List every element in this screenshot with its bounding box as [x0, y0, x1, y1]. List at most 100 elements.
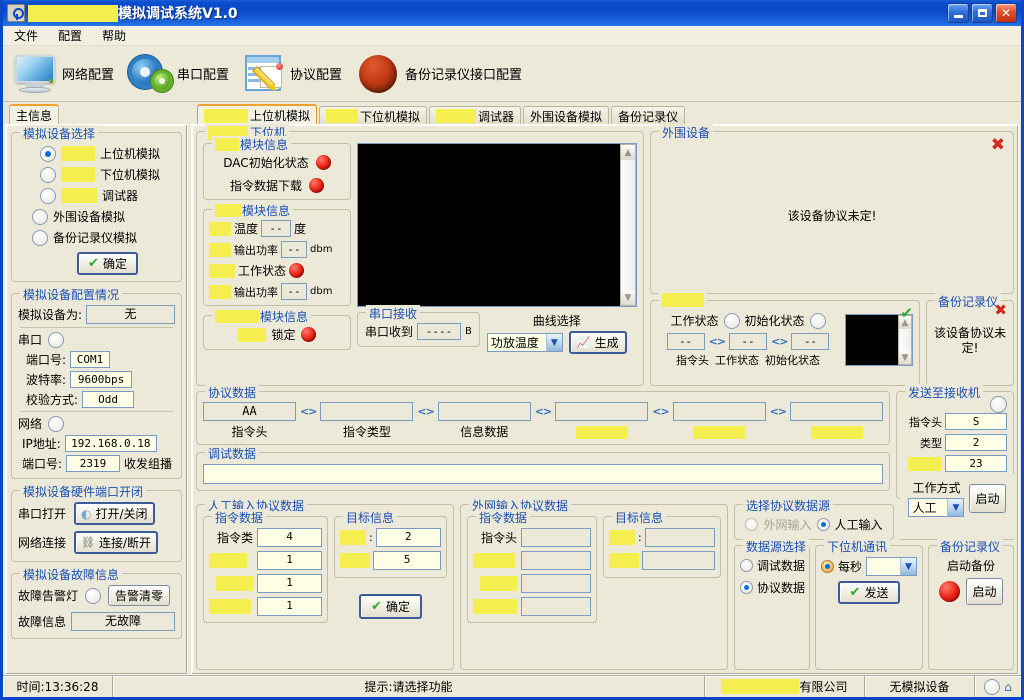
menu-item-config[interactable]: 配置	[55, 26, 85, 45]
backup-start-label: 启动	[972, 585, 997, 599]
send-start-button[interactable]: 启动	[969, 483, 1006, 513]
config-parity-value[interactable]: Odd	[82, 391, 135, 408]
radio-icon[interactable]	[32, 208, 48, 225]
manual-cmd-row-1-value[interactable]: 1	[257, 551, 322, 570]
config-netport-value[interactable]: 2319	[66, 455, 121, 472]
manual-cmd-row-0-value[interactable]: 4	[257, 528, 322, 547]
scroll-up-icon[interactable]: ▲	[621, 145, 635, 160]
toolbar-button-serial-config[interactable]: 串口配置	[126, 52, 237, 96]
external-cmd-row-1-value[interactable]	[521, 551, 591, 570]
module2-caption: 模块信息	[212, 202, 294, 219]
menu-item-help[interactable]: 帮助	[99, 26, 129, 45]
tab-upper-machine-sim[interactable]: 上位机模拟	[197, 104, 318, 125]
scroll-down-icon[interactable]: ▼	[899, 351, 911, 364]
external-target-row-1-value[interactable]	[642, 551, 715, 570]
tab-debugger[interactable]: 调试器	[429, 106, 522, 125]
device-option-2[interactable]: 调试器	[40, 187, 138, 204]
status-hint: 提示:请选择功能	[113, 676, 705, 697]
config-port-value[interactable]: COM1	[70, 351, 111, 368]
work-mode-combo[interactable]: 人工 ▼	[908, 498, 965, 517]
tab-page: 下位机 模块信息 DAC初始化状态 指令数据下载 模块信息 温度 -- 度 输出…	[191, 124, 1019, 675]
radio-icon[interactable]	[40, 145, 56, 162]
protocol-field-4[interactable]	[672, 402, 766, 421]
protocol-field-3[interactable]	[555, 402, 649, 421]
scroll-down-icon[interactable]: ▼	[621, 290, 635, 305]
minimize-button[interactable]	[947, 3, 969, 23]
datasource-option-0[interactable]: 调试数据	[740, 557, 805, 574]
status-scrollbar[interactable]: ▲ ▼	[898, 315, 912, 365]
radio-icon[interactable]	[740, 581, 753, 594]
external-cmd-row-2-value[interactable]	[521, 574, 591, 593]
backup-recorder-ctrl-group: 备份记录仪 启动备份 启动	[928, 538, 1014, 670]
config-serial-label: 串口	[18, 333, 43, 347]
clock-radio-icon[interactable]	[821, 560, 834, 573]
document-pencil-icon	[243, 54, 285, 94]
toolbar-button-backup-recorder-config[interactable]: 备份记录仪接口配置	[354, 52, 530, 96]
send-row-2-value[interactable]: 23	[945, 455, 1007, 472]
lower-comm-combo[interactable]: ▼	[866, 557, 917, 576]
curve-select-combo[interactable]: 功放温度 ▼	[486, 333, 563, 352]
external-cmd-caption: 指令数据	[476, 509, 531, 526]
external-target-row-0-value[interactable]	[644, 528, 715, 547]
send-button[interactable]: ✔ 发送	[837, 581, 901, 604]
fault-info-label: 故障信息	[18, 615, 67, 629]
radio-icon[interactable]	[32, 229, 48, 246]
send-row-0-value[interactable]: S	[945, 413, 1007, 430]
radio-icon[interactable]	[40, 187, 56, 204]
protocol-field-1[interactable]	[320, 402, 414, 421]
external-target-group: 目标信息 :	[603, 509, 721, 578]
tab-lower-machine-sim[interactable]: 下位机模拟	[319, 106, 428, 125]
waveform-scrollbar[interactable]: ▲ ▼	[620, 144, 636, 306]
sidebar-tab-main-info[interactable]: 主信息	[9, 104, 60, 125]
chevron-down-icon[interactable]: ▼	[947, 499, 964, 516]
device-confirm-button[interactable]: ✔ 确定	[77, 252, 138, 275]
protocol-field-2[interactable]	[437, 402, 531, 421]
device-option-3[interactable]: 外围设备模拟	[32, 208, 125, 225]
radio-icon[interactable]	[40, 166, 56, 183]
tab-backup-recorder[interactable]: 备份记录仪	[611, 106, 686, 125]
work-state-indicator-icon	[723, 312, 740, 329]
module1-caption-text: 模块信息	[240, 138, 289, 152]
device-option-0[interactable]: 上位机模拟	[40, 145, 160, 162]
protocol-field-5[interactable]	[790, 402, 883, 421]
send-indicator-icon	[990, 396, 1007, 413]
external-cmd-row-0-value[interactable]	[521, 528, 591, 547]
backup-start-button[interactable]: 启动	[966, 578, 1003, 605]
close-icon[interactable]: ✖	[994, 303, 1007, 318]
radio-icon[interactable]	[816, 518, 830, 531]
manual-cmd-row-2-value[interactable]: 1	[257, 574, 322, 593]
tab-peripheral-sim[interactable]: 外围设备模拟	[523, 106, 610, 125]
net-connect-disconnect-button[interactable]: ⛓ 连接/断开	[74, 531, 159, 554]
device-option-4[interactable]: 备份记录仪模拟	[32, 229, 137, 246]
manual-target-row-0-value[interactable]: 2	[375, 528, 441, 547]
send-row-1-value[interactable]: 2	[945, 434, 1007, 451]
toolbar-button-protocol-config[interactable]: 协议配置	[241, 52, 350, 96]
protocol-field-0[interactable]: AA	[203, 402, 296, 421]
status-indicator-icon	[984, 678, 1001, 695]
menu-item-file[interactable]: 文件	[11, 26, 41, 45]
bulb-icon: ◐	[81, 506, 92, 521]
external-cmd-row-3-value[interactable]	[521, 597, 591, 616]
toolbar-button-network-config[interactable]: 网络配置	[11, 52, 122, 96]
device-option-1[interactable]: 下位机模拟	[40, 166, 160, 183]
manual-confirm-button[interactable]: ✔ 确定	[359, 594, 422, 619]
alarm-clear-button[interactable]: 告警清零	[108, 585, 171, 606]
close-button[interactable]: ✕	[995, 3, 1017, 23]
waveform-display[interactable]: ▲ ▼	[357, 143, 637, 307]
debug-data-input[interactable]	[203, 464, 883, 484]
radio-icon[interactable]	[745, 518, 759, 531]
manual-target-row-1-value[interactable]: 5	[373, 551, 441, 570]
close-icon[interactable]: ✖	[991, 137, 1005, 154]
config-baud-value[interactable]: 9600bps	[70, 371, 133, 388]
config-device-value: 无	[86, 305, 175, 324]
chevron-down-icon[interactable]: ▼	[545, 334, 562, 351]
radio-icon[interactable]	[740, 559, 753, 572]
chevron-down-icon[interactable]: ▼	[900, 558, 916, 575]
manual-cmd-row-3-value[interactable]: 1	[257, 597, 322, 616]
maximize-button[interactable]	[971, 3, 993, 23]
config-ip-value[interactable]: 192.168.0.18	[64, 435, 157, 452]
generate-button[interactable]: 📈 生成	[568, 331, 627, 354]
serial-open-close-button[interactable]: ◐ 打开/关闭	[74, 502, 155, 525]
datasource-option-1[interactable]: 协议数据	[740, 579, 805, 596]
backup-recorder-panel-message: 该设备协议未定!	[933, 326, 1006, 355]
